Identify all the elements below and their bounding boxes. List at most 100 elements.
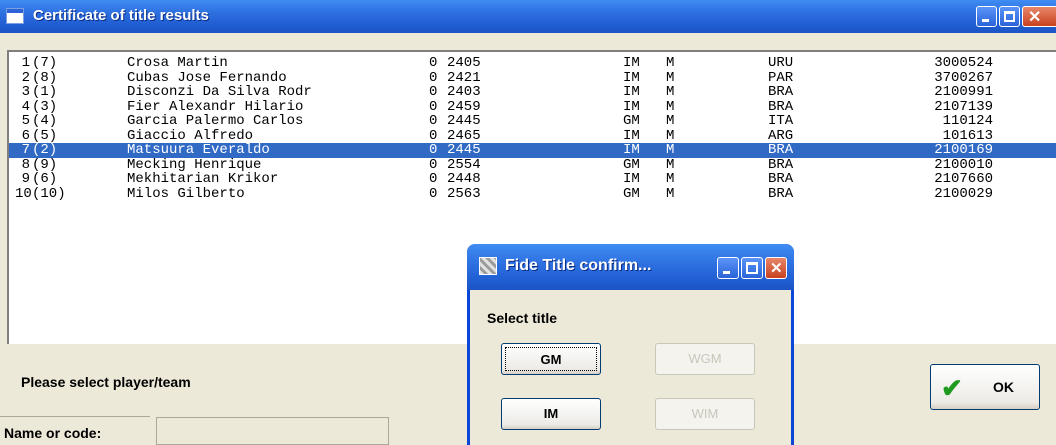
player-fed: BRA [768,156,794,173]
player-rating: 2405 [447,55,481,71]
dialog-title-bar[interactable]: Fide Title confirm... [467,244,794,290]
player-flag: 0 [429,98,438,115]
player-sex: M [666,142,675,158]
player-pos: (10) [32,185,66,202]
list-item[interactable]: 4 (3) Fier Alexandr Hilario 0 2459 IM M BRA 2107… [9,98,1056,115]
player-name: Mecking Henrique [127,156,262,173]
list-item[interactable]: 9 (6) Mekhitarian Krikor 0 2448 IM M BRA 2107660 [9,172,1056,187]
player-name: Giaccio Alfredo [127,127,254,144]
player-sex: M [666,113,675,129]
player-flag: 0 [429,185,438,202]
player-rating: 2421 [447,69,481,86]
player-sex: M [666,55,675,71]
list-item[interactable]: 6 (5) Giaccio Alfredo 0 2465 IM M ARG 101613 [9,127,1056,144]
player-pos: (6) [32,171,58,187]
player-pos: (1) [32,84,58,100]
player-pos: (5) [32,127,58,144]
player-num: 10 [15,185,32,202]
player-title: IM [623,171,640,187]
list-item[interactable]: 1 (7) Crosa Martin 0 2405 IM M URU 3000524 [9,56,1056,71]
player-title: GM [623,185,640,202]
close-icon[interactable] [1022,6,1056,27]
player-fed: BRA [768,142,794,158]
checkmark-icon: ✔ [941,373,963,403]
player-title: GM [623,156,640,173]
list-item[interactable]: 5 (4) Garcia Palermo Carlos 0 2445 GM M ITA 1101… [9,114,1056,129]
player-flag: 0 [429,55,438,71]
player-num: 6 [21,127,30,144]
player-sex: M [666,84,675,100]
player-fed: URU [768,55,794,71]
dialog-close-icon[interactable] [765,257,787,279]
list-item[interactable]: 2 (8) Cubas Jose Fernando 0 2421 IM M PAR 370026… [9,69,1056,86]
name-field-label-box: Name or code: [0,416,150,445]
player-pos: (8) [32,69,58,86]
gm-button[interactable]: GM [501,343,601,375]
gm-button-label: GM [505,347,597,371]
player-name: Milos Gilberto [127,185,245,202]
player-sex: M [666,127,675,144]
player-title: IM [623,84,640,100]
player-name: Mekhitarian Krikor [127,171,279,187]
player-rating: 2459 [447,98,481,115]
player-name: Crosa Martin [127,55,228,71]
player-fed: ITA [768,113,794,129]
player-num: 8 [21,156,30,173]
player-pos: (2) [32,142,58,158]
player-fed: BRA [768,98,794,115]
dialog-minimize-icon[interactable] [717,257,739,279]
player-rating: 2445 [447,113,481,129]
player-id: 110124 [942,113,993,129]
name-or-code-input[interactable] [156,417,389,445]
player-rating: 2554 [447,156,481,173]
player-sex: M [666,156,675,173]
player-fed: PAR [768,69,794,86]
player-flag: 0 [429,69,438,86]
player-id: 2107139 [934,98,993,115]
player-rating: 2445 [447,142,481,158]
list-item[interactable]: 10 (10) Milos Gilberto 0 2563 GM M BRA 2100029 [9,185,1056,202]
player-num: 2 [21,69,30,86]
player-pos: (7) [32,55,58,71]
player-id: 101613 [942,127,993,144]
window-app-icon [6,8,24,24]
player-num: 7 [21,142,30,158]
list-item[interactable]: 3 (1) Disconzi Da Silva Rodr 0 2403 IM M BRA 210… [9,85,1056,100]
dialog-title: Fide Title confirm... [505,257,652,274]
player-title: GM [623,113,640,129]
ok-button[interactable]: ✔ OK [930,364,1040,410]
player-sex: M [666,171,675,187]
player-id: 2100991 [934,84,993,100]
player-pos: (4) [32,113,58,129]
list-item[interactable]: 7 (2) Matsuura Everaldo 0 2445 IM M BRA 2100169 [9,143,1056,158]
window-title-bar[interactable]: Certificate of title results [0,0,1056,33]
player-id: 2100169 [934,142,993,158]
player-flag: 0 [429,84,438,100]
player-pos: (9) [32,156,58,173]
im-button[interactable]: IM [501,398,601,430]
select-prompt: Please select player/team [21,374,191,390]
player-rating: 2465 [447,127,481,144]
minimize-icon[interactable] [976,6,997,27]
player-num: 5 [21,113,30,129]
player-title: IM [623,55,640,71]
fide-title-dialog: Fide Title confirm... Select title GM WG… [467,244,794,445]
ok-button-label: OK [993,379,1014,395]
player-fed: ARG [768,127,794,144]
player-name: Disconzi Da Silva Rodr [127,84,312,100]
player-name: Cubas Jose Fernando [127,69,287,86]
wgm-button: WGM [655,343,755,375]
player-id: 2100029 [934,185,993,202]
player-name: Garcia Palermo Carlos [127,113,304,129]
player-flag: 0 [429,142,438,158]
player-id: 3700267 [934,69,993,86]
player-title: IM [623,98,640,115]
player-rating: 2448 [447,171,481,187]
player-flag: 0 [429,113,438,129]
player-num: 9 [21,171,30,187]
list-item[interactable]: 8 (9) Mecking Henrique 0 2554 GM M BRA 2100010 [9,156,1056,173]
player-rating: 2403 [447,84,481,100]
maximize-icon[interactable] [999,6,1020,27]
dialog-maximize-icon[interactable] [741,257,763,279]
player-rating: 2563 [447,185,481,202]
